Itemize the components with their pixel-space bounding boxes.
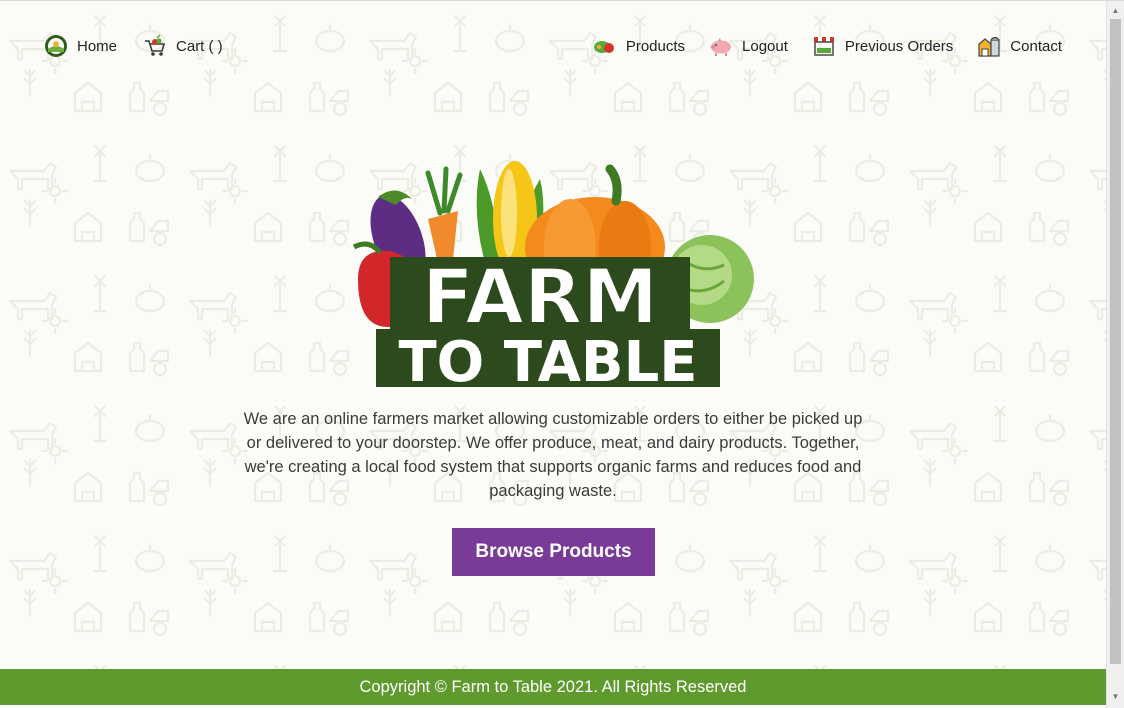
nav-products-label: Products [625, 37, 686, 55]
scroll-down-arrow-icon[interactable]: ▼ [1107, 689, 1124, 705]
nav-contact-label: Contact [1010, 37, 1062, 55]
nav-contact[interactable]: Contact [977, 34, 1062, 58]
nav-logout-label: Logout [742, 37, 788, 55]
footer: Copyright © Farm to Table 2021. All Righ… [0, 669, 1106, 705]
farm-logo-icon [44, 34, 68, 58]
scroll-up-arrow-icon[interactable]: ▲ [1107, 3, 1124, 19]
browse-products-button[interactable]: Browse Products [452, 528, 655, 576]
vertical-scrollbar[interactable]: ▲ ▼ [1106, 1, 1124, 708]
logo-vegetables-illustration: FARM TO TABLE [352, 161, 754, 395]
nav-cart-label: Cart ( ) [176, 37, 223, 55]
pig-icon [709, 34, 733, 58]
market-stall-icon [812, 34, 836, 58]
nav-logout[interactable]: Logout [709, 34, 788, 58]
nav-home[interactable]: Home [44, 34, 117, 58]
page: Home Cart ( ) Products Logout Previous O… [0, 0, 1124, 708]
nav-home-label: Home [77, 37, 118, 55]
nav-right: Products Logout Previous Orders Contact [569, 31, 1062, 61]
nav-cart[interactable]: Cart ( ) [143, 34, 223, 58]
footer-copyright: Copyright © Farm to Table 2021. All Righ… [359, 677, 747, 696]
nav-previous-orders-label: Previous Orders [844, 37, 954, 55]
vegetables-icon [593, 34, 617, 58]
scrollbar-thumb[interactable] [1110, 19, 1121, 664]
barn-icon [977, 34, 1001, 58]
farm-to-table-logo: FARM TO TABLE [340, 149, 760, 395]
nav-previous-orders[interactable]: Previous Orders [812, 34, 953, 58]
nav-products[interactable]: Products [593, 34, 685, 58]
logo-line-farm: FARM [422, 252, 658, 341]
intro-text: We are an online farmers market allowing… [243, 410, 863, 500]
logo-line-to-table: TO TABLE [398, 330, 697, 389]
cart-icon [143, 34, 167, 58]
nav-left: Home Cart ( ) [44, 31, 249, 61]
